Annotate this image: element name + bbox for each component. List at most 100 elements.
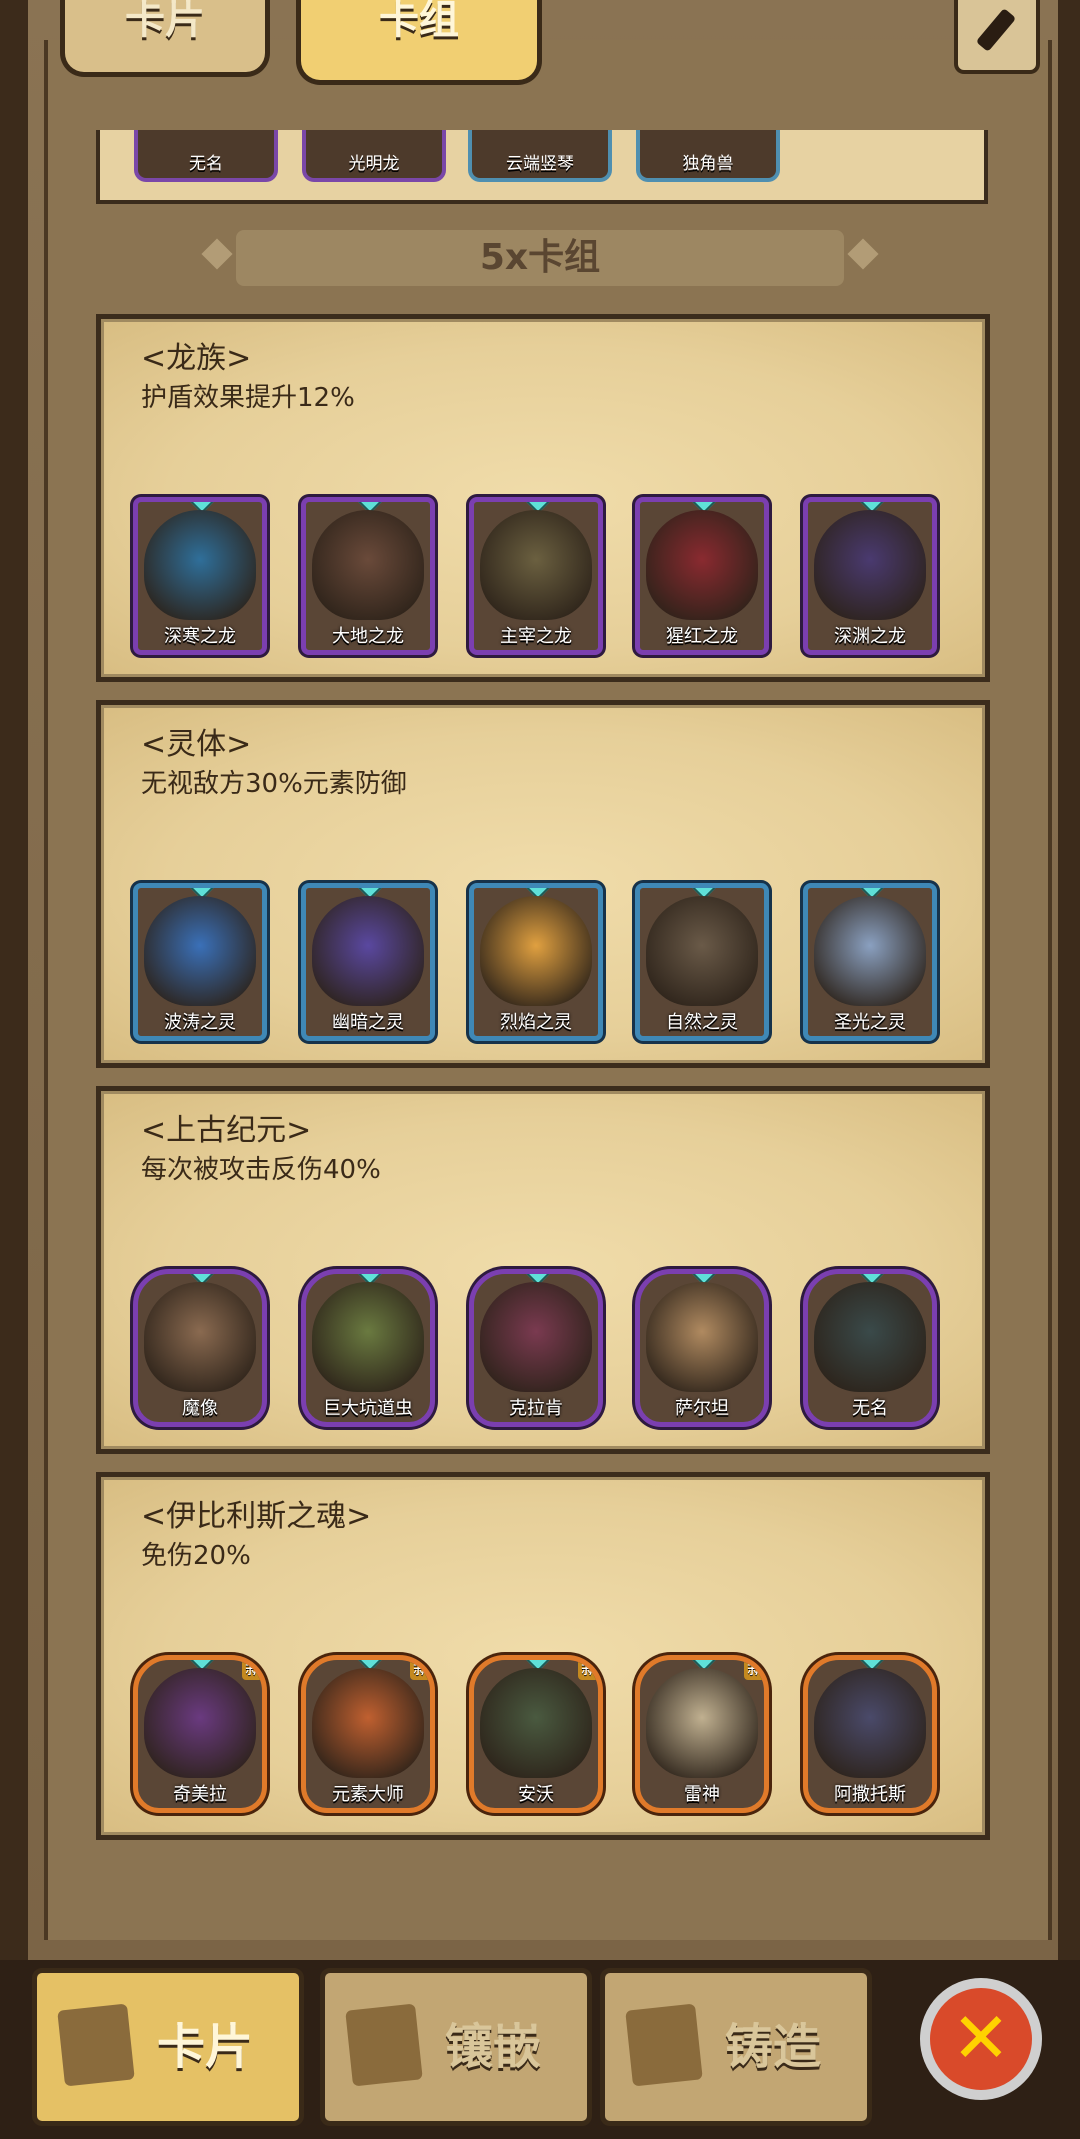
pen-icon: [975, 8, 1017, 52]
hero-card[interactable]: 萨尔坦: [635, 1269, 769, 1427]
hero-name: 深寒之龙: [164, 626, 236, 647]
hero-card[interactable]: 奇美拉 新: [133, 1655, 267, 1813]
new-badge: 新: [242, 1660, 262, 1680]
hero-name: 猩红之龙: [666, 626, 738, 647]
new-badge: 新: [744, 1660, 764, 1680]
hero-name: 深渊之龙: [834, 626, 906, 647]
hero-name: 主宰之龙: [500, 626, 572, 647]
mini-card-name: 无名: [189, 154, 223, 174]
hero-card[interactable]: 雷神 新: [635, 1655, 769, 1813]
book-icon: [345, 2003, 423, 2087]
hero-card[interactable]: 猩红之龙: [635, 497, 769, 655]
frame-right-edge: [1058, 0, 1080, 1960]
hero-card[interactable]: 元素大师 新: [301, 1655, 435, 1813]
hero-name: 魔像: [182, 1398, 218, 1419]
mini-card[interactable]: 无名: [134, 130, 278, 182]
hero-card[interactable]: 主宰之龙: [469, 497, 603, 655]
hero-card[interactable]: 深寒之龙: [133, 497, 267, 655]
new-badge: 新: [410, 1660, 430, 1680]
hero-card[interactable]: 阿撒托斯: [803, 1655, 937, 1813]
group-panel: <龙族> 护盾效果提升12% 深寒之龙 大地之龙 主宰之龙 猩红之龙 深渊之龙: [96, 314, 990, 682]
hero-card[interactable]: 波涛之灵: [133, 883, 267, 1041]
hero-portrait: [646, 510, 758, 620]
group-panel: <灵体> 无视敌方30%元素防御波涛之灵 幽暗之灵 烈焰之灵 自然之灵 圣光之灵: [96, 700, 990, 1068]
nav-cards-button[interactable]: 卡片: [32, 1968, 304, 2126]
group-bonus: 护盾效果提升12%: [141, 383, 355, 413]
hero-card[interactable]: 安沃 新: [469, 1655, 603, 1813]
nav-cards-label: 卡片: [157, 2019, 254, 2075]
hero-portrait: [312, 510, 424, 620]
hero-portrait: [312, 1668, 424, 1778]
frame-left-edge: [0, 0, 28, 1960]
hero-name: 大地之龙: [332, 626, 404, 647]
hero-card[interactable]: 巨大坑道虫: [301, 1269, 435, 1427]
section-header: 5x卡组: [236, 230, 844, 286]
cards-icon: [57, 2003, 135, 2087]
hero-name: 巨大坑道虫: [323, 1398, 413, 1419]
mini-card[interactable]: 光明龙: [302, 130, 446, 182]
tab-deck[interactable]: 卡组: [296, 0, 542, 85]
hero-portrait: [814, 896, 926, 1006]
hero-name: 圣光之灵: [834, 1012, 906, 1033]
hero-portrait: [144, 896, 256, 1006]
group-title: <灵体>: [141, 727, 252, 762]
nav-forge-button[interactable]: 铸造: [600, 1968, 872, 2126]
hero-card[interactable]: 深渊之龙: [803, 497, 937, 655]
hero-card[interactable]: 幽暗之灵: [301, 883, 435, 1041]
hero-name: 烈焰之灵: [500, 1012, 572, 1033]
hero-card[interactable]: 大地之龙: [301, 497, 435, 655]
hero-name: 无名: [852, 1398, 888, 1419]
hero-portrait: [646, 896, 758, 1006]
hero-name: 克拉肯: [509, 1398, 563, 1419]
prev-group-panel: 无名 光明龙 云端竖琴 独角兽: [96, 130, 988, 204]
hero-portrait: [814, 1668, 926, 1778]
hero-portrait: [480, 510, 592, 620]
mini-card-name: 光明龙: [348, 154, 400, 174]
mini-card[interactable]: 云端竖琴: [468, 130, 612, 182]
hero-name: 阿撒托斯: [834, 1784, 906, 1805]
hero-name: 萨尔坦: [675, 1398, 729, 1419]
hero-portrait: [312, 1282, 424, 1392]
hero-name: 奇美拉: [173, 1784, 227, 1805]
hero-portrait: [480, 896, 592, 1006]
hero-portrait: [480, 1282, 592, 1392]
mini-card[interactable]: 独角兽: [636, 130, 780, 182]
hero-portrait: [814, 1282, 926, 1392]
hero-name: 安沃: [518, 1784, 554, 1805]
hero-name: 波涛之灵: [164, 1012, 236, 1033]
hero-card[interactable]: 烈焰之灵: [469, 883, 603, 1041]
nav-inlay-label: 镶嵌: [445, 2019, 542, 2075]
close-button[interactable]: ✕: [920, 1978, 1042, 2100]
hero-name: 雷神: [684, 1784, 720, 1805]
nav-forge-label: 铸造: [725, 2019, 822, 2075]
group-title: <伊比利斯之魂>: [141, 1499, 372, 1534]
hero-card[interactable]: 无名: [803, 1269, 937, 1427]
hero-card[interactable]: 自然之灵: [635, 883, 769, 1041]
forge-icon: [625, 2003, 703, 2087]
hero-card[interactable]: 圣光之灵: [803, 883, 937, 1041]
edit-button[interactable]: [954, 0, 1040, 74]
new-badge: 新: [578, 1660, 598, 1680]
hero-portrait: [144, 510, 256, 620]
hero-portrait: [144, 1282, 256, 1392]
hero-name: 自然之灵: [666, 1012, 738, 1033]
hero-portrait: [646, 1668, 758, 1778]
hero-name: 元素大师: [332, 1784, 404, 1805]
group-panel: <上古纪元> 每次被攻击反伤40% 魔像 巨大坑道虫 克拉肯 萨尔坦 无名: [96, 1086, 990, 1454]
hero-portrait: [144, 1668, 256, 1778]
tab-cards[interactable]: 卡片: [60, 0, 270, 77]
mini-card-name: 云端竖琴: [506, 154, 574, 174]
group-bonus: 免伤20%: [141, 1541, 251, 1571]
nav-inlay-button[interactable]: 镶嵌: [320, 1968, 592, 2126]
mini-card-name: 独角兽: [682, 154, 734, 174]
hero-portrait: [312, 896, 424, 1006]
group-title: <龙族>: [141, 341, 252, 376]
hero-portrait: [814, 510, 926, 620]
hero-card[interactable]: 魔像: [133, 1269, 267, 1427]
hero-portrait: [646, 1282, 758, 1392]
hero-portrait: [480, 1668, 592, 1778]
group-bonus: 无视敌方30%元素防御: [141, 769, 407, 799]
group-panel: <伊比利斯之魂> 免伤20% 奇美拉 新元素大师 新安沃 新雷神 新阿撒托斯: [96, 1472, 990, 1840]
hero-card[interactable]: 克拉肯: [469, 1269, 603, 1427]
hero-name: 幽暗之灵: [332, 1012, 404, 1033]
